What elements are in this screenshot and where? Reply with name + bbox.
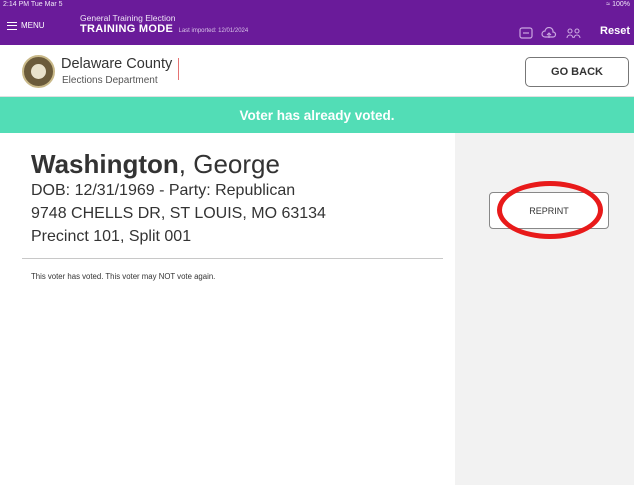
county-seal-icon [22, 55, 55, 88]
voter-address: 9748 CHELLS DR, ST LOUIS, MO 63134 [31, 205, 326, 222]
mode-text: TRAINING MODE [80, 23, 174, 35]
menu-label: MENU [21, 21, 45, 30]
voter-last-name: Washington [31, 149, 179, 179]
actions-panel [455, 133, 634, 485]
reprint-button[interactable]: REPRINT [489, 192, 609, 229]
cloud-upload-icon[interactable] [541, 27, 557, 39]
tablet-sync-icon[interactable] [519, 27, 533, 39]
voter-precinct: Precinct 101, Split 001 [31, 228, 192, 245]
users-icon[interactable] [566, 27, 582, 39]
reset-button[interactable]: Reset [600, 25, 630, 37]
last-imported: Last imported: 12/01/2024 [178, 28, 249, 34]
wifi-icon: ≈ [606, 1, 611, 8]
menu-button[interactable]: MENU [7, 21, 45, 30]
header-divider [178, 58, 179, 80]
hamburger-icon [7, 21, 17, 30]
voter-name: Washington, George [31, 149, 280, 180]
voter-dob-party: DOB: 12/31/1969 - Party: Republican [31, 182, 296, 199]
section-divider [22, 258, 443, 259]
election-name: General Training Election [80, 13, 176, 23]
battery-status: ≈ 100% [606, 1, 630, 8]
top-bar: 2:14 PM Tue Mar 5 ≈ 100% MENU General Tr… [0, 0, 634, 45]
voter-first-name: , George [178, 149, 280, 179]
status-time: 2:14 PM Tue Mar 5 [3, 1, 63, 8]
already-voted-banner: Voter has already voted. [0, 97, 634, 133]
header: Delaware County Elections Department GO … [0, 45, 634, 97]
battery-level: 100% [612, 1, 630, 8]
go-back-button[interactable]: GO BACK [525, 57, 629, 87]
training-mode-label: TRAINING MODE Last imported: 12/01/2024 [80, 23, 248, 35]
department-name: Elections Department [62, 75, 158, 86]
voted-note: This voter has voted. This voter may NOT… [31, 272, 216, 281]
county-name: Delaware County [61, 56, 173, 72]
